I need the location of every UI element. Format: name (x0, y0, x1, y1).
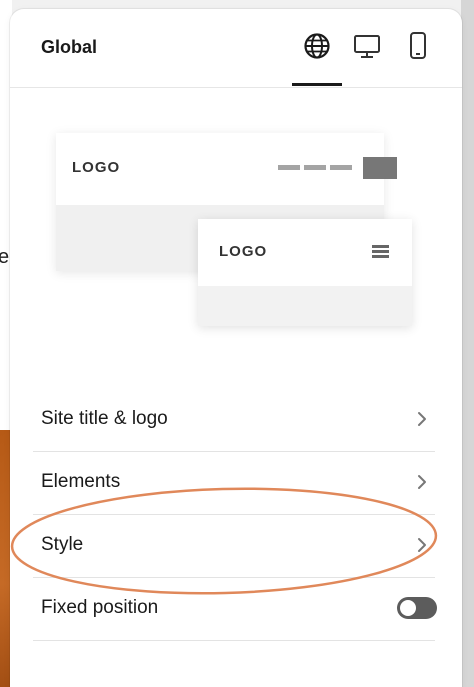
nav-placeholder-line (330, 165, 352, 170)
fixed-position-row: Fixed position (33, 578, 437, 641)
hamburger-menu-icon (372, 245, 389, 259)
panel-title: Global (41, 37, 98, 57)
active-tab-indicator (292, 83, 342, 86)
row-label: Site title & logo (41, 408, 168, 429)
globe-icon (304, 33, 330, 59)
mobile-preview-logo: LOGO (219, 243, 268, 260)
panel-header: Global (10, 9, 462, 88)
style-row[interactable]: Style (33, 515, 435, 578)
row-label: Elements (41, 471, 121, 492)
elements-row[interactable]: Elements (33, 452, 435, 515)
mobile-icon (410, 32, 426, 59)
mobile-preview-bar: LOGO (198, 219, 412, 286)
row-label: Style (41, 534, 84, 555)
desktop-icon (354, 35, 380, 58)
site-title-logo-row[interactable]: Site title & logo (33, 389, 435, 452)
background-partial-text: e (0, 246, 10, 268)
button-placeholder (363, 157, 397, 179)
desktop-preview-logo: LOGO (72, 159, 121, 176)
chevron-right-icon (418, 538, 426, 552)
desktop-preview-bar: LOGO (56, 133, 397, 205)
nav-placeholder-line (304, 165, 326, 170)
fixed-position-toggle[interactable] (397, 597, 437, 619)
background-right-strip (461, 0, 474, 687)
desktop-view-button[interactable] (349, 28, 385, 64)
toggle-knob (400, 600, 416, 616)
globe-view-button[interactable] (299, 28, 335, 64)
row-label: Fixed position (41, 597, 159, 618)
chevron-right-icon (418, 412, 426, 426)
header-settings-panel: Global LOGO LOGO Site title & logo Eleme… (10, 9, 462, 687)
mobile-header-preview: LOGO (198, 219, 412, 326)
chevron-right-icon (418, 475, 426, 489)
nav-placeholder-line (278, 165, 300, 170)
mobile-view-button[interactable] (400, 28, 436, 64)
